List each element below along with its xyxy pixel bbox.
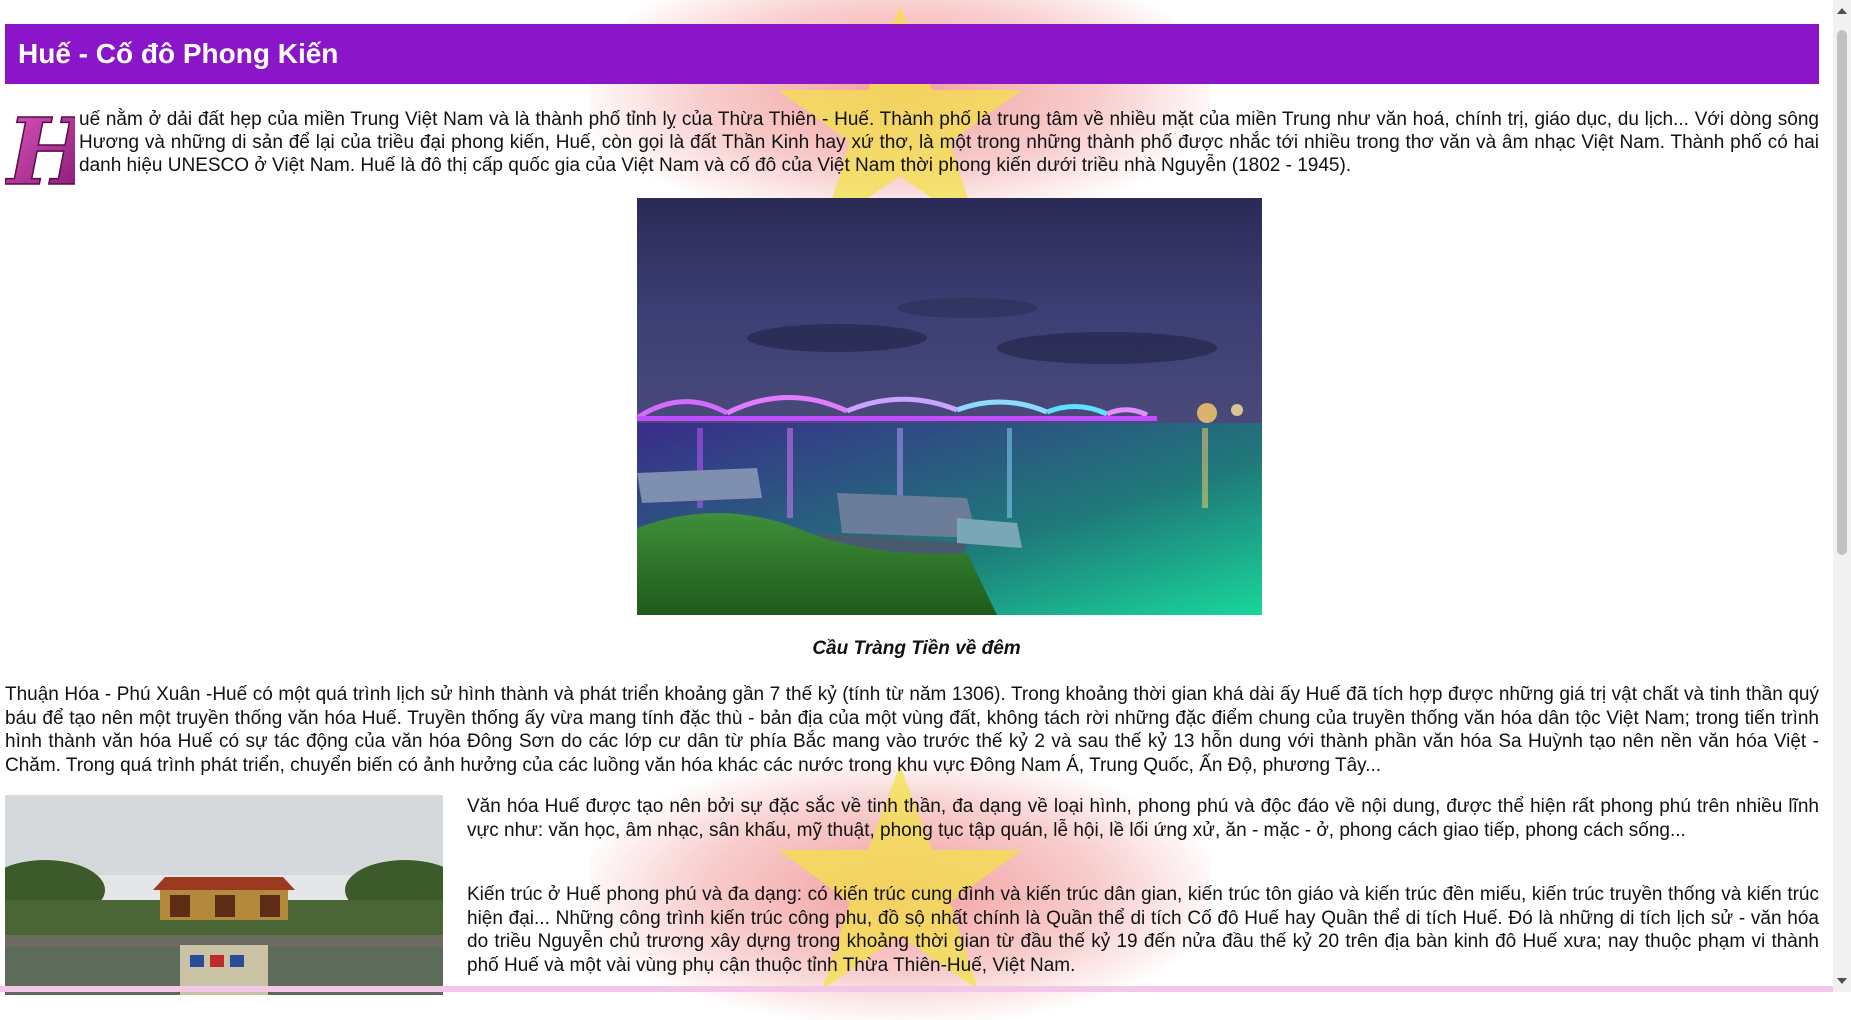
scroll-up-icon[interactable] [1837, 8, 1847, 14]
history-paragraph: Thuận Hóa - Phú Xuân -Huế có một quá trì… [5, 684, 1819, 776]
footer-band [0, 986, 1833, 992]
figure-caption: Cầu Tràng Tiền về đêm [812, 638, 1021, 659]
article-page: Huế - Cố đô Phong Kiến H uế nằm ở dải đấ… [0, 0, 1833, 995]
scrollbar-thumb[interactable] [1837, 30, 1847, 555]
page-title: Huế - Cố đô Phong Kiến [5, 24, 1819, 84]
svg-text:H: H [5, 106, 75, 196]
culture-paragraph: Văn hóa Huế được tạo nên bởi sự đặc sắc … [467, 796, 1819, 841]
intro-text: uế nằm ở dải đất hẹp của miền Trung Việt… [79, 109, 1819, 176]
bridge-night-photo [637, 198, 1262, 615]
intro-paragraph: H uế nằm ở dải đất hẹp của miền Trung Vi… [5, 106, 1819, 196]
ornamental-letter-icon: H [5, 106, 75, 196]
architecture-paragraph: Kiến trúc ở Huế phong phú và đa dạng: có… [467, 884, 1819, 976]
vertical-scrollbar[interactable] [1833, 0, 1851, 992]
scroll-down-icon[interactable] [1837, 978, 1847, 984]
citadel-gate-photo [5, 795, 443, 995]
